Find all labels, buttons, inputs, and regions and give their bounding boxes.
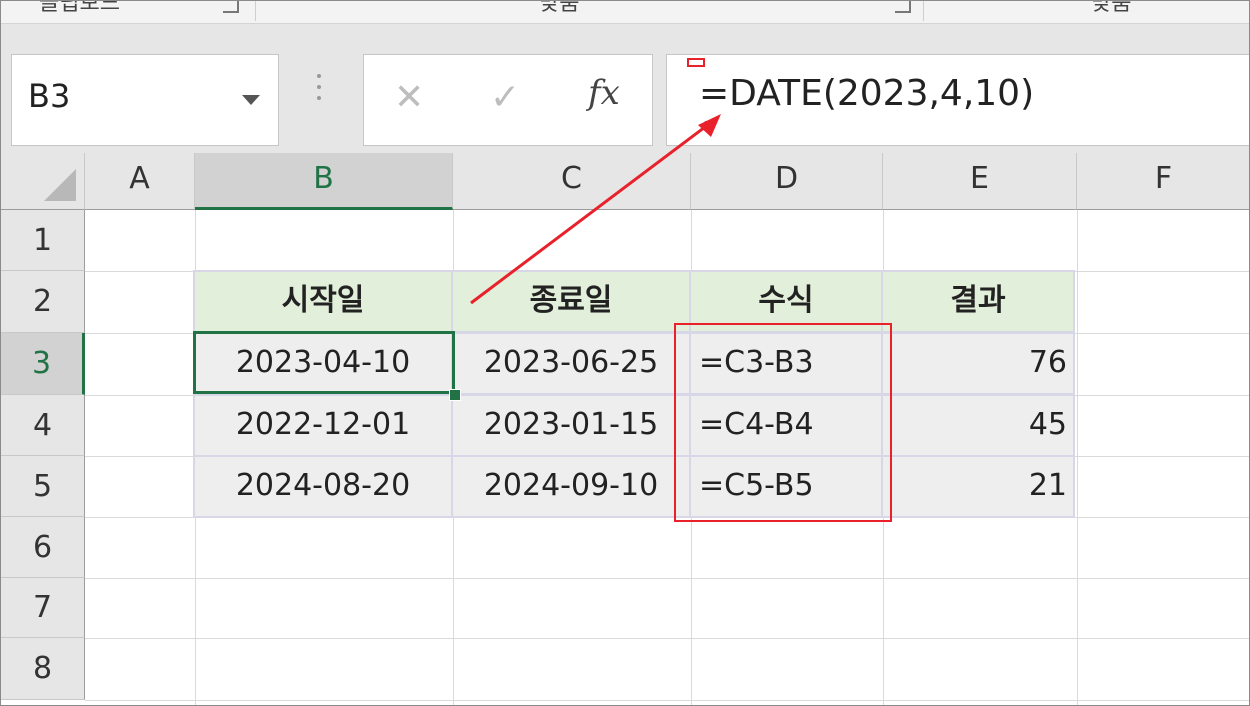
row-header-6[interactable]: 6 bbox=[1, 517, 85, 578]
active-cell-border bbox=[193, 331, 455, 394]
column-header-d[interactable]: D bbox=[691, 153, 883, 210]
gridline bbox=[1077, 210, 1078, 705]
cell-c2-header[interactable]: 종료일 bbox=[451, 270, 691, 333]
annotation-highlight-box bbox=[674, 323, 892, 522]
cell-e2-header[interactable]: 결과 bbox=[881, 270, 1075, 333]
name-box[interactable]: B3 bbox=[11, 54, 279, 146]
formula-input[interactable]: =DATE(2023,4,10) bbox=[666, 54, 1249, 146]
gridline bbox=[85, 578, 1249, 579]
grip-handle-icon[interactable] bbox=[317, 74, 321, 107]
cell-e4[interactable]: 45 bbox=[881, 394, 1075, 457]
select-all-triangle-icon bbox=[44, 169, 76, 201]
row-header-8[interactable]: 8 bbox=[1, 638, 85, 700]
select-all-button[interactable] bbox=[1, 153, 85, 210]
formula-text: =DATE(2023,4,10) bbox=[699, 73, 1035, 114]
cancel-icon[interactable]: ✕ bbox=[394, 77, 424, 118]
column-header-f[interactable]: F bbox=[1077, 153, 1249, 210]
ribbon-divider bbox=[923, 1, 924, 21]
row-header-2[interactable]: 2 bbox=[1, 271, 85, 333]
enter-check-icon[interactable]: ✓ bbox=[490, 77, 520, 118]
gridline bbox=[85, 700, 1249, 701]
ribbon-group-alignment: 맞춤 bbox=[1091, 1, 1132, 16]
cell-b5[interactable]: 2024-08-20 bbox=[193, 455, 453, 518]
cell-b2-header[interactable]: 시작일 bbox=[193, 270, 453, 333]
formula-bar: B3 ✕ ✓ fx =DATE(2023,4,10) bbox=[1, 24, 1249, 153]
column-header-c[interactable]: C bbox=[453, 153, 691, 210]
column-header-b[interactable]: B bbox=[195, 153, 453, 210]
gridline bbox=[85, 638, 1249, 639]
cell-c3[interactable]: 2023-06-25 bbox=[451, 332, 691, 395]
ribbon-group-labels: 클립보드 맞춤 맞춤 bbox=[1, 1, 1249, 24]
chevron-down-icon[interactable] bbox=[242, 95, 260, 105]
cursor-highlight-marker bbox=[687, 58, 705, 67]
ribbon-group-clipboard: 클립보드 bbox=[39, 1, 120, 16]
insert-function-icon[interactable]: fx bbox=[588, 73, 620, 113]
cell-c4[interactable]: 2023-01-15 bbox=[451, 394, 691, 457]
fill-handle[interactable] bbox=[449, 389, 461, 401]
cell-c5[interactable]: 2024-09-10 bbox=[451, 455, 691, 518]
cell-e3[interactable]: 76 bbox=[881, 332, 1075, 395]
column-header-a[interactable]: A bbox=[85, 153, 195, 210]
dialog-launcher-icon[interactable] bbox=[895, 1, 911, 13]
row-header-4[interactable]: 4 bbox=[1, 395, 85, 456]
row-header-3[interactable]: 3 bbox=[1, 333, 85, 395]
row-header-1[interactable]: 1 bbox=[1, 210, 85, 271]
cell-e5[interactable]: 21 bbox=[881, 455, 1075, 518]
ribbon-group-font: 맞춤 bbox=[539, 1, 580, 16]
cell-b4[interactable]: 2022-12-01 bbox=[193, 394, 453, 457]
formula-buttons: ✕ ✓ fx bbox=[363, 54, 653, 146]
row-header-5[interactable]: 5 bbox=[1, 456, 85, 517]
name-box-value: B3 bbox=[28, 77, 71, 115]
dialog-launcher-icon[interactable] bbox=[223, 1, 239, 13]
ribbon-divider bbox=[255, 1, 256, 21]
spreadsheet-grid: A B C D E F 1 2 3 4 5 6 7 8 시작일 종료일 수식 결… bbox=[1, 153, 1249, 705]
excel-window: 클립보드 맞춤 맞춤 B3 ✕ ✓ fx =DATE(2023,4,10) A … bbox=[0, 0, 1250, 706]
row-header-7[interactable]: 7 bbox=[1, 578, 85, 638]
column-header-e[interactable]: E bbox=[883, 153, 1077, 210]
